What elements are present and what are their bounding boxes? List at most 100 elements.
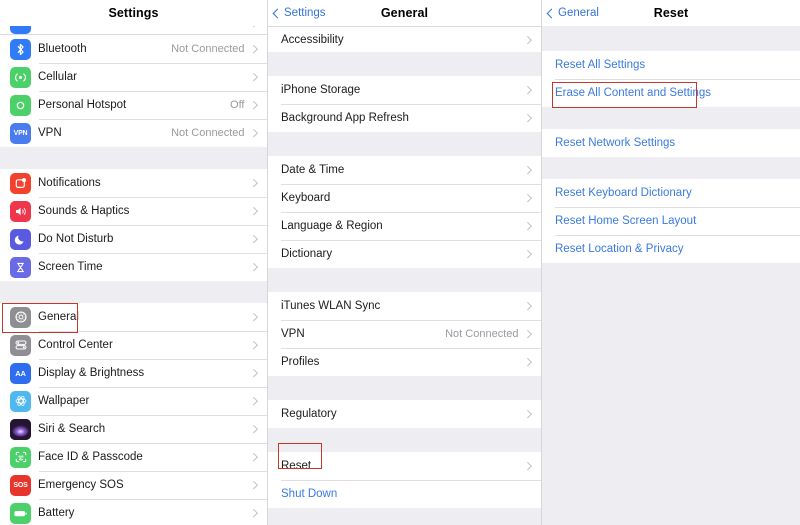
row-value: Off — [230, 99, 245, 111]
chevron-right-icon — [523, 114, 532, 122]
chevron-right-icon — [523, 86, 532, 94]
page-title: Reset — [653, 6, 689, 20]
chevron-left-icon — [272, 8, 283, 18]
settings-row-general[interactable]: General — [0, 303, 267, 331]
row-label: Background App Refresh — [281, 112, 409, 124]
settings-row-do-not-disturb[interactable]: Do Not Disturb — [0, 225, 267, 253]
general-row-date-time[interactable]: Date & Time — [268, 156, 541, 184]
row-label: Profiles — [281, 356, 320, 368]
general-row-vpn[interactable]: VPN Not Connected — [268, 320, 541, 348]
row-value: Not Connected — [171, 43, 245, 55]
row-label: Reset — [281, 460, 312, 472]
row-label: Screen Time — [38, 261, 103, 273]
general-row-keyboard[interactable]: Keyboard — [268, 184, 541, 212]
settings-row-display-brightness[interactable]: AA Display & Brightness — [0, 359, 267, 387]
settings-row-wallpaper[interactable]: Wallpaper — [0, 387, 267, 415]
chevron-left-icon — [546, 8, 557, 18]
general-navbar: Settings General — [268, 0, 541, 26]
group-gap — [268, 268, 541, 292]
sounds-haptics-icon — [10, 200, 31, 222]
hotspot-icon — [10, 94, 31, 116]
general-row-shut-down[interactable]: Shut Down — [268, 480, 541, 508]
general-row-reset[interactable]: Reset — [268, 452, 541, 480]
face-id-icon — [10, 446, 31, 468]
general-row-itunes-wlan-sync[interactable]: iTunes WLAN Sync — [268, 292, 541, 320]
reset-group-2: Reset Network Settings — [542, 129, 800, 157]
siri-icon — [10, 418, 31, 440]
back-button-label: General — [558, 7, 599, 19]
row-label: Reset Keyboard Dictionary — [555, 187, 692, 199]
group-gap — [0, 147, 267, 169]
chevron-right-icon — [249, 179, 258, 187]
row-label: iTunes WLAN Sync — [281, 300, 381, 312]
settings-row-cellular[interactable]: Cellular — [0, 63, 267, 91]
row-label: Display & Brightness — [38, 367, 145, 379]
settings-row-control-center[interactable]: Control Center — [0, 331, 267, 359]
settings-row-face-id-passcode[interactable]: Face ID & Passcode — [0, 443, 267, 471]
settings-row-notifications[interactable]: Notifications — [0, 169, 267, 197]
clipped-row-wifi — [0, 26, 267, 34]
chevron-right-icon — [249, 369, 258, 377]
general-row-profiles[interactable]: Profiles — [268, 348, 541, 376]
row-label: Reset Location & Privacy — [555, 243, 684, 255]
hourglass-icon — [10, 256, 31, 278]
general-row-language-region[interactable]: Language & Region — [268, 212, 541, 240]
general-group-1: Accessibility — [268, 27, 541, 52]
general-row-regulatory[interactable]: Regulatory — [268, 400, 541, 428]
chevron-right-icon — [523, 410, 532, 418]
page-title: General — [380, 6, 429, 20]
row-label: Control Center — [38, 339, 113, 351]
back-button-label: Settings — [284, 7, 326, 19]
row-label: Do Not Disturb — [38, 233, 114, 245]
moon-icon — [10, 228, 31, 250]
row-label: Date & Time — [281, 164, 345, 176]
row-label: General — [38, 311, 79, 323]
row-value: Not Connected — [445, 328, 519, 340]
settings-row-sounds-haptics[interactable]: Sounds & Haptics — [0, 197, 267, 225]
chevron-right-icon — [523, 222, 532, 230]
emergency-sos-icon: SOS — [10, 474, 31, 496]
settings-row-vpn[interactable]: VPN VPN Not Connected — [0, 119, 267, 147]
empty-area-bottom — [542, 263, 800, 525]
general-row-accessibility[interactable]: Accessibility — [268, 27, 541, 52]
chevron-right-icon — [249, 453, 258, 461]
settings-row-personal-hotspot[interactable]: Personal Hotspot Off — [0, 91, 267, 119]
general-group-4: iTunes WLAN Sync VPN Not Connected Profi… — [268, 292, 541, 376]
chevron-right-icon — [249, 341, 258, 349]
battery-icon — [10, 502, 31, 524]
reset-row-reset-home-screen-layout[interactable]: Reset Home Screen Layout — [542, 207, 800, 235]
row-value: Not Connected — [171, 127, 245, 139]
group-gap — [268, 52, 541, 76]
row-label: Reset Network Settings — [555, 137, 676, 149]
general-panel: Settings General Accessibility iPhone St… — [268, 0, 542, 525]
settings-row-bluetooth[interactable]: Bluetooth Not Connected — [0, 35, 267, 63]
settings-row-siri-search[interactable]: Siri & Search — [0, 415, 267, 443]
chevron-right-icon — [249, 235, 258, 243]
settings-row-battery[interactable]: Battery — [0, 499, 267, 525]
chevron-right-icon — [249, 26, 258, 27]
reset-row-erase-all-content-and-settings[interactable]: Erase All Content and Settings — [542, 79, 800, 107]
cellular-icon — [10, 66, 31, 88]
reset-row-reset-keyboard-dictionary[interactable]: Reset Keyboard Dictionary — [542, 179, 800, 207]
reset-row-reset-network-settings[interactable]: Reset Network Settings — [542, 129, 800, 157]
chevron-right-icon — [249, 425, 258, 433]
settings-row-screen-time[interactable]: Screen Time — [0, 253, 267, 281]
group-gap — [268, 376, 541, 400]
general-group-3: Date & Time Keyboard Language & Region D… — [268, 156, 541, 268]
general-row-dictionary[interactable]: Dictionary — [268, 240, 541, 268]
back-button-general[interactable]: General — [546, 7, 599, 19]
chevron-right-icon — [249, 73, 258, 81]
chevron-right-icon — [523, 330, 532, 338]
back-button-settings[interactable]: Settings — [272, 7, 326, 19]
reset-row-reset-all-settings[interactable]: Reset All Settings — [542, 51, 800, 79]
page-title: Settings — [108, 6, 159, 20]
reset-row-reset-location-privacy[interactable]: Reset Location & Privacy — [542, 235, 800, 263]
group-gap — [0, 281, 267, 303]
general-row-background-app-refresh[interactable]: Background App Refresh — [268, 104, 541, 132]
settings-group-3: General Control Center AA Display & Brig… — [0, 303, 267, 525]
chevron-right-icon — [523, 35, 532, 44]
settings-row-emergency-sos[interactable]: SOS Emergency SOS — [0, 471, 267, 499]
general-row-iphone-storage[interactable]: iPhone Storage — [268, 76, 541, 104]
group-gap-top — [542, 26, 800, 51]
settings-panel: Settings Bluetooth Not Connected Cellula… — [0, 0, 268, 525]
